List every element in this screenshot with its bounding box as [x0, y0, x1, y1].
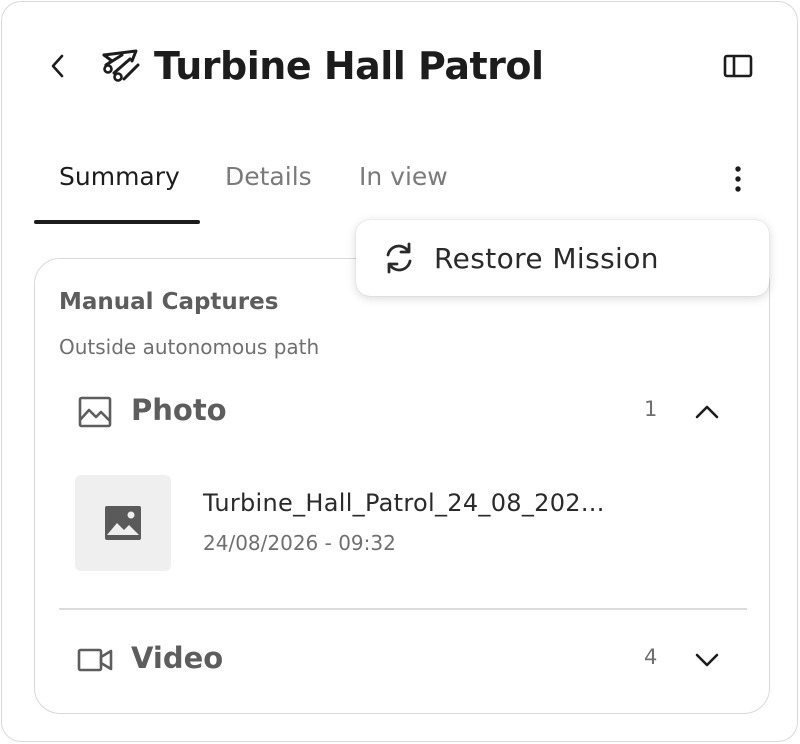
- chevron-left-icon: [51, 54, 64, 78]
- video-count: 4: [644, 645, 658, 669]
- drone-route-icon: [102, 49, 140, 82]
- chevron-down-icon: [695, 653, 719, 667]
- chevron-up-icon: [695, 405, 719, 419]
- photo-timestamp: 24/08/2026 - 09:32: [203, 531, 396, 555]
- section-divider: [59, 608, 747, 610]
- image-icon: [78, 396, 112, 428]
- photo-thumbnail: [75, 475, 171, 571]
- video-section-label: Video: [131, 641, 224, 675]
- manual-captures-card: Manual Captures Outside autonomous path …: [34, 258, 770, 714]
- video-section-header[interactable]: Video 4: [59, 635, 745, 685]
- panel-header: Turbine Hall Patrol: [2, 2, 797, 132]
- tab-bar: Summary Details In view: [34, 152, 774, 226]
- image-placeholder-icon: [105, 506, 141, 540]
- photo-collapse-toggle[interactable]: [689, 395, 725, 429]
- photo-count: 1: [644, 397, 658, 421]
- more-vertical-icon: [735, 166, 741, 192]
- restore-mission-label: Restore Mission: [434, 242, 659, 275]
- more-options-button[interactable]: [722, 162, 754, 196]
- page-title: Turbine Hall Patrol: [154, 44, 544, 88]
- restore-mission-menu-item[interactable]: Restore Mission: [356, 220, 769, 296]
- video-icon: [77, 648, 113, 672]
- video-expand-toggle[interactable]: [689, 643, 725, 677]
- active-tab-indicator: [34, 220, 200, 224]
- restore-icon: [386, 242, 412, 274]
- back-button[interactable]: [42, 48, 74, 84]
- mission-panel: Turbine Hall Patrol Summary Details In v…: [1, 1, 798, 742]
- photo-list-item[interactable]: Turbine_Hall_Patrol_24_08_202... 24/08/2…: [75, 475, 715, 571]
- photo-section-header[interactable]: Photo 1: [59, 387, 745, 437]
- tab-details[interactable]: Details: [225, 162, 312, 191]
- tab-in-view[interactable]: In view: [359, 162, 448, 191]
- sidebar-panel-icon: [723, 54, 753, 78]
- card-title: Manual Captures: [59, 289, 279, 315]
- tab-summary[interactable]: Summary: [59, 162, 180, 191]
- card-subtitle: Outside autonomous path: [59, 335, 320, 359]
- photo-section-label: Photo: [131, 393, 227, 427]
- panel-toggle-button[interactable]: [718, 48, 758, 84]
- photo-file-name: Turbine_Hall_Patrol_24_08_202...: [203, 489, 605, 517]
